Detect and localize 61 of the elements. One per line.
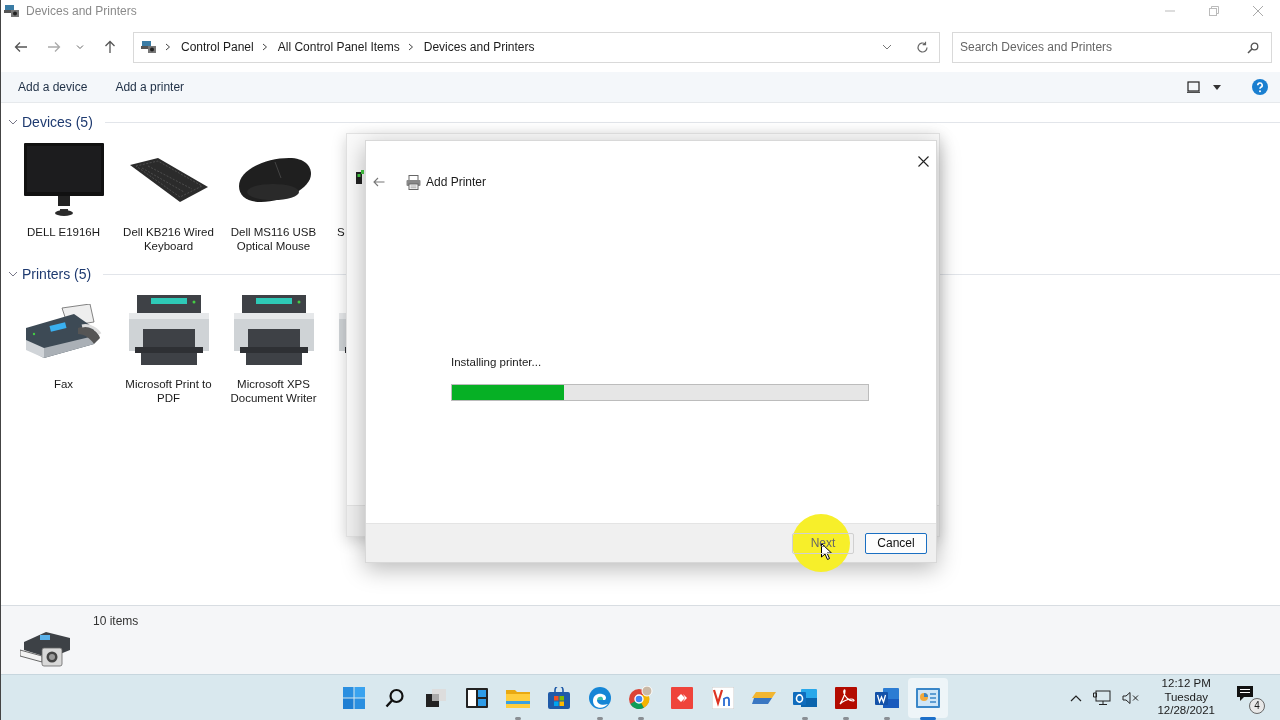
cursor-highlight [792,514,850,572]
device-item[interactable]: DELL E1916H [11,133,116,263]
stripe-app-icon [752,691,776,704]
breadcrumb[interactable]: Control Panel [181,40,254,54]
command-button[interactable]: Add a printer [115,80,185,94]
chevron-down-icon[interactable] [882,44,892,50]
command-button[interactable]: Add a device [18,80,88,94]
search-field[interactable]: Search Devices and Printers [952,31,1272,63]
device-item[interactable]: S [326,133,346,263]
dialog-button[interactable]: Cancel [865,532,927,554]
view-icon[interactable] [1187,81,1200,93]
fax-machine-icon [23,304,104,360]
store-bag-icon [548,686,570,709]
printer-network-icon [356,170,364,184]
notification-icon[interactable] [1236,684,1254,703]
browser-swirl-icon [589,686,611,709]
monitor-icon [21,143,106,217]
back-arrow-icon[interactable] [373,177,385,187]
task-view-icon [426,688,446,707]
diamond-app-icon [671,686,693,709]
help-icon[interactable] [1252,79,1268,95]
control-panel-icon [916,687,940,708]
widgets-icon [466,687,488,708]
document-app-icon [875,686,899,709]
status-text: Installing printer... [451,356,543,368]
network-icon[interactable] [1093,689,1112,706]
printer-item[interactable]: Microsoft XPS Document Writer [221,285,326,415]
device-item[interactable]: Dell MS116 USB Optical Mouse [221,133,326,263]
back-arrow-icon[interactable] [14,41,28,53]
close-icon[interactable] [918,156,929,167]
windows-logo-icon [343,686,365,709]
notification-badge: 4 [1249,697,1265,714]
breadcrumb[interactable]: Devices and Printers [423,40,535,54]
devices-printers-icon [4,4,20,18]
chevron-right-icon [165,43,171,51]
printer-item[interactable]: Microsoft Print to PDF [116,285,221,415]
pdf-app-icon [835,686,857,709]
printer-item[interactable]: Fax [11,285,116,415]
remote-app-icon [712,686,734,709]
speaker-icon[interactable] [1122,690,1141,705]
mail-app-icon [793,686,817,709]
folder-icon [506,687,530,708]
devices-printers-icon [141,40,157,54]
address-bar[interactable]: Control Panel All Control Panel Items Devices and Printers [133,31,940,63]
dialog-title: Add Printer [426,175,487,189]
group-header[interactable]: Devices (5) [1,111,1280,133]
browser-circle-icon [629,685,653,710]
up-arrow-icon[interactable] [104,40,116,54]
item-count: 10 items [93,614,139,628]
window-title: Devices and Printers [26,4,137,18]
dropdown-caret-icon[interactable] [1213,84,1221,90]
breadcrumb[interactable]: All Control Panel Items [277,40,400,54]
refresh-icon[interactable] [916,40,929,54]
search-icon [385,687,405,708]
chevron-right-icon [261,43,268,51]
printer-icon [406,174,421,190]
device-item[interactable]: Dell KB216 Wired Keyboard [116,133,221,263]
chevron-up-icon[interactable] [1070,693,1083,702]
clock[interactable]: 12:12 PM Tuesday 12/28/2021 [1157,677,1215,718]
search-icon[interactable] [1247,41,1259,54]
chevron-right-icon [407,43,414,51]
